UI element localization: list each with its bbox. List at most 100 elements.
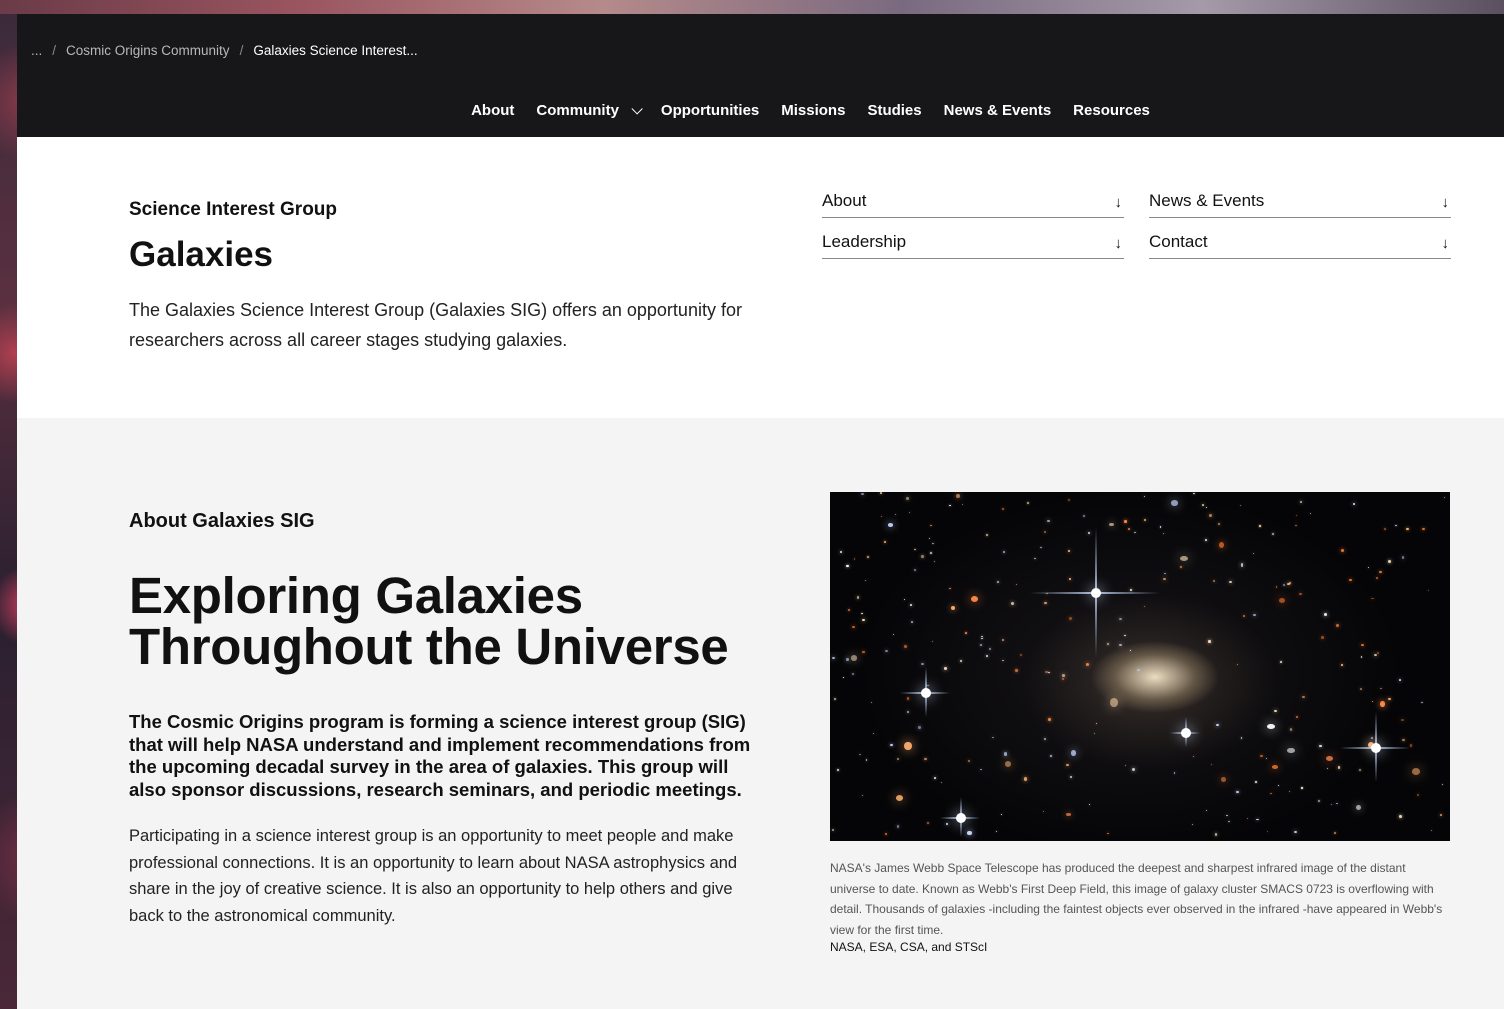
star-dot	[1065, 764, 1069, 766]
star-dot	[861, 795, 864, 796]
star-dot	[832, 828, 835, 831]
breadcrumb-separator: /	[52, 43, 57, 58]
star-dot	[1143, 518, 1147, 522]
deep-field-image	[830, 492, 1450, 841]
star-dot	[913, 569, 917, 572]
star-dot	[1336, 623, 1340, 627]
star-dot	[861, 618, 865, 622]
star-dot	[1003, 752, 1008, 756]
star-dot	[1337, 765, 1341, 769]
star-dot	[1000, 813, 1003, 816]
star-dot	[861, 492, 864, 495]
star-dot	[1302, 696, 1305, 698]
page-title: Galaxies	[129, 235, 273, 274]
star-dot	[1083, 514, 1085, 517]
hero-section: Science Interest Group Galaxies The Gala…	[17, 137, 1504, 418]
star-dot	[1134, 531, 1136, 534]
star-dot	[1004, 760, 1011, 767]
star-dot	[1173, 772, 1176, 774]
nav-missions[interactable]: Missions	[781, 102, 845, 119]
star-dot	[1129, 589, 1132, 591]
star-dot	[1001, 507, 1005, 511]
star-dot	[1367, 566, 1370, 568]
star-dot	[1271, 532, 1274, 536]
star-dot	[873, 732, 875, 734]
star-dot	[1228, 581, 1232, 584]
star-dot	[1286, 582, 1290, 585]
nav-community-label: Community	[536, 102, 619, 119]
star-dot	[1271, 764, 1278, 769]
star-dot	[896, 795, 904, 802]
star-dot	[1193, 493, 1196, 495]
about-body: Participating in a science interest grou…	[129, 827, 738, 925]
star-dot	[1026, 501, 1029, 504]
star-dot	[1275, 586, 1278, 588]
star-dot	[1256, 818, 1259, 821]
jump-link-leadership[interactable]: Leadership ↓	[822, 218, 1124, 259]
bright-star	[921, 688, 931, 698]
nav-community[interactable]: Community	[536, 102, 643, 119]
nav-resources[interactable]: Resources	[1073, 102, 1150, 119]
star-dot	[1214, 833, 1218, 836]
star-dot	[1330, 803, 1332, 805]
star-dot	[928, 537, 930, 540]
star-dot	[1132, 767, 1136, 771]
star-dot	[1127, 527, 1131, 530]
arrow-down-icon: ↓	[1441, 194, 1450, 211]
star-dot	[1399, 679, 1402, 682]
star-dot	[1421, 701, 1423, 703]
star-dot	[1016, 584, 1018, 585]
nav-opportunities[interactable]: Opportunities	[661, 102, 759, 119]
star-dot	[1225, 815, 1228, 817]
image-caption: NASA's James Webb Space Telescope has pr…	[830, 861, 1443, 937]
star-dot	[1125, 765, 1127, 767]
star-dot	[854, 558, 856, 560]
star-dot	[864, 580, 867, 582]
star-dot	[1093, 733, 1095, 735]
star-dot	[1266, 723, 1275, 729]
star-dot	[1327, 767, 1329, 769]
star-dot	[1123, 634, 1126, 636]
star-dot	[1326, 756, 1334, 762]
star-dot	[1062, 674, 1065, 677]
nav-news-events[interactable]: News & Events	[944, 102, 1052, 119]
jump-link-news-events[interactable]: News & Events ↓	[1149, 177, 1451, 218]
star-dot	[1043, 738, 1047, 740]
star-dot	[945, 823, 949, 826]
star-dot	[1324, 613, 1327, 617]
breadcrumb-parent[interactable]: Cosmic Origins Community	[66, 43, 230, 58]
star-dot	[1240, 563, 1244, 567]
jump-link-contact[interactable]: Contact ↓	[1149, 218, 1451, 259]
star-dot	[834, 698, 836, 700]
star-dot	[1340, 664, 1343, 666]
star-dot	[918, 726, 922, 730]
star-dot	[1208, 640, 1211, 643]
star-dot	[1267, 831, 1269, 833]
star-dot	[1216, 724, 1220, 727]
star-dot	[940, 782, 943, 784]
jump-link-about[interactable]: About ↓	[822, 177, 1124, 218]
star-dot	[1278, 597, 1286, 603]
star-dot	[1020, 654, 1023, 656]
star-dot	[1289, 728, 1292, 731]
star-dot	[861, 613, 863, 615]
star-dot	[1340, 548, 1344, 553]
star-dot	[932, 543, 934, 545]
star-dot	[1002, 550, 1005, 554]
bright-star	[1371, 743, 1381, 753]
hero-eyebrow: Science Interest Group	[129, 199, 338, 220]
star-dot	[1001, 659, 1004, 662]
nav-about[interactable]: About	[471, 102, 514, 119]
breadcrumb-ellipsis[interactable]: ...	[31, 43, 42, 58]
star-dot	[985, 655, 989, 657]
star-dot	[1236, 791, 1239, 793]
star-dot	[1066, 813, 1071, 817]
star-dot	[1110, 698, 1118, 707]
star-dot	[842, 676, 844, 678]
star-dot	[1085, 663, 1089, 667]
star-dot	[1048, 718, 1051, 721]
breadcrumb-separator: /	[239, 43, 244, 58]
star-dot	[1321, 636, 1324, 639]
star-dot	[1440, 813, 1443, 816]
nav-studies[interactable]: Studies	[867, 102, 921, 119]
